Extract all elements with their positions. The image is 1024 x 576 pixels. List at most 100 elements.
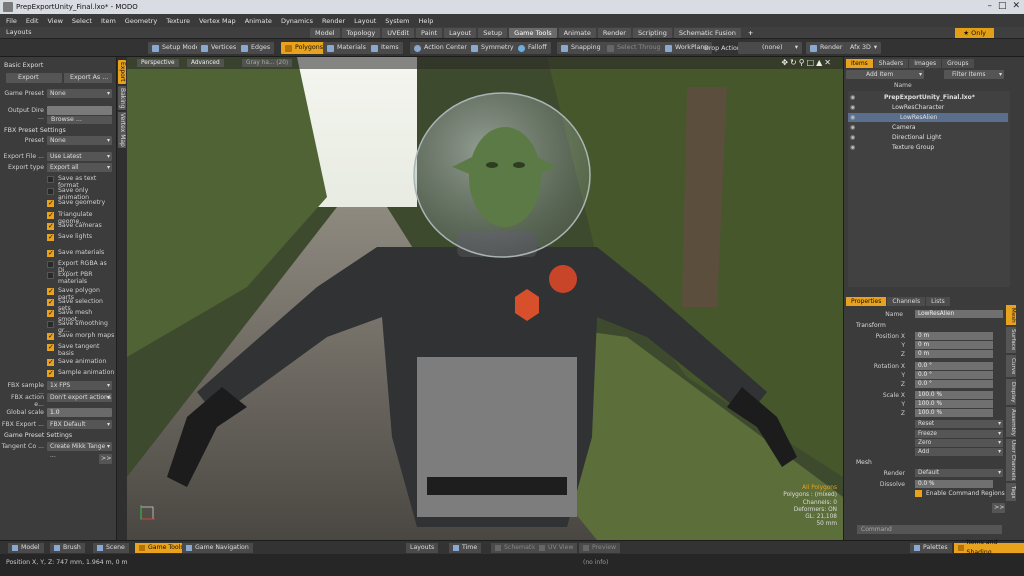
browse-button[interactable]: Browse ...: [47, 116, 112, 124]
dissolve-field[interactable]: 0.0 %: [915, 480, 993, 488]
tab-mesh[interactable]: Mesh: [1006, 305, 1016, 325]
tab-export[interactable]: Export: [118, 60, 126, 84]
snapping-button[interactable]: Snapping: [557, 42, 605, 54]
game-preset-select[interactable]: None: [47, 89, 112, 98]
menu-view[interactable]: View: [47, 17, 62, 25]
more-options-button[interactable]: >>: [99, 454, 112, 464]
menu-vertex-map[interactable]: Vertex Map: [199, 17, 236, 25]
rotation-y-field[interactable]: 0.0 °: [915, 371, 993, 379]
menu-dynamics[interactable]: Dynamics: [281, 17, 313, 25]
layouts-button[interactable]: Layouts: [406, 543, 439, 553]
tree-item[interactable]: ◉ Directional Light: [848, 133, 1008, 142]
symmetry-button[interactable]: Symmetry: [467, 42, 518, 54]
tab-channels[interactable]: Channels: [887, 297, 926, 306]
falloff-button[interactable]: Falloff: [514, 42, 551, 54]
visibility-eye-icon[interactable]: ◉: [850, 103, 855, 112]
export-button[interactable]: Export: [6, 73, 62, 83]
scale-y-field[interactable]: 100.0 %: [915, 400, 993, 408]
option-checkbox[interactable]: [47, 188, 54, 195]
tab-game-tools[interactable]: Game Tools: [509, 28, 557, 38]
output-dir-field[interactable]: [47, 106, 112, 115]
name-field[interactable]: LowResAlien: [915, 310, 1003, 318]
tangent-select[interactable]: Create Mikk Tange ...: [47, 442, 112, 459]
option-checkbox[interactable]: [47, 332, 54, 340]
game-navigation-button[interactable]: Game Navigation: [182, 543, 253, 553]
position-x-field[interactable]: 0 m: [915, 332, 993, 340]
tab-render[interactable]: Render: [597, 28, 631, 38]
option-checkbox[interactable]: [47, 222, 54, 230]
tab-images[interactable]: Images: [909, 59, 942, 68]
preset-select[interactable]: None: [47, 136, 112, 145]
tree-item[interactable]: ◉ Camera: [848, 123, 1008, 132]
tab-setup[interactable]: Setup: [478, 28, 508, 38]
global-scale-field[interactable]: 1.0: [47, 408, 112, 417]
tab-layout[interactable]: Layout: [444, 28, 477, 38]
command-input[interactable]: Command: [857, 525, 1002, 534]
tab-vertex-map[interactable]: Vertex Map: [118, 112, 126, 148]
option-checkbox[interactable]: [47, 369, 54, 377]
scene-button[interactable]: Scene: [93, 543, 129, 553]
menu-geometry[interactable]: Geometry: [125, 17, 157, 25]
afx-3d-button[interactable]: Afx 3D ▾: [846, 42, 882, 54]
option-checkbox[interactable]: [47, 298, 54, 306]
option-checkbox[interactable]: [47, 176, 54, 183]
position-z-field[interactable]: 0 m: [915, 350, 993, 358]
tab-scripting[interactable]: Scripting: [632, 28, 672, 38]
menu-edit[interactable]: Edit: [26, 17, 39, 25]
menu-file[interactable]: File: [6, 17, 17, 25]
tab-animate[interactable]: Animate: [558, 28, 596, 38]
viewport-tab-perspective[interactable]: Perspective: [137, 59, 179, 67]
fbx-action-select[interactable]: Don't export actions: [47, 393, 112, 402]
option-checkbox[interactable]: [47, 309, 54, 317]
preview-button[interactable]: Preview: [579, 543, 621, 553]
items-and-shading-button[interactable]: Items and Shading: [954, 539, 1024, 556]
rotation-z-field[interactable]: 0.0 °: [915, 380, 993, 388]
schematic-button[interactable]: Schematic: [491, 543, 541, 553]
vertices-button[interactable]: Vertices: [197, 42, 241, 54]
rotation-x-field[interactable]: 0.0 °: [915, 362, 993, 370]
tab-tags[interactable]: Tags: [1006, 483, 1016, 501]
time-button[interactable]: Time: [449, 543, 482, 553]
scale-z-field[interactable]: 100.0 %: [915, 409, 993, 417]
menu-help[interactable]: Help: [419, 17, 434, 25]
game-tools-button[interactable]: Game Tools: [135, 543, 188, 553]
tab-user-channels[interactable]: User Channels: [1006, 439, 1016, 481]
freeze-select[interactable]: Freeze: [915, 430, 1003, 438]
option-checkbox[interactable]: [47, 321, 54, 328]
tab-topology[interactable]: Topology: [341, 28, 381, 38]
minimize-icon[interactable]: –: [987, 1, 992, 11]
add-select[interactable]: Add: [915, 448, 1003, 456]
tab-curve[interactable]: Curve: [1006, 355, 1016, 377]
tab-baking[interactable]: Baking: [118, 86, 126, 110]
render-select[interactable]: Default: [915, 469, 1003, 477]
drop-action-select[interactable]: (none) ▾: [738, 42, 802, 54]
visibility-eye-icon[interactable]: ◉: [850, 113, 855, 122]
tree-item[interactable]: ◉ PrepExportUnity_Final.lxo*: [848, 93, 1008, 102]
tab-uvedit[interactable]: UVEdit: [382, 28, 415, 38]
tab-items[interactable]: Items: [846, 59, 873, 68]
materials-button[interactable]: Materials: [323, 42, 370, 54]
uv-view-button[interactable]: UV View: [535, 543, 578, 553]
tab-groups[interactable]: Groups: [942, 59, 974, 68]
tab-schematic-fusion[interactable]: Schematic Fusion: [673, 28, 741, 38]
visibility-eye-icon[interactable]: ◉: [850, 123, 855, 132]
only-button[interactable]: ★ Only: [955, 28, 994, 38]
model-button[interactable]: Model: [8, 543, 44, 553]
export-as-button[interactable]: Export As ...: [64, 73, 112, 83]
add-item-button[interactable]: Add Item: [846, 70, 924, 79]
tab-paint[interactable]: Paint: [416, 28, 443, 38]
option-checkbox[interactable]: [47, 272, 54, 279]
filter-items-button[interactable]: Filter Items: [944, 70, 1004, 79]
brush-button[interactable]: Brush: [50, 543, 85, 553]
fbx-export-select[interactable]: FBX Default: [47, 420, 112, 429]
menu-layout[interactable]: Layout: [354, 17, 376, 25]
setup-mode-button[interactable]: Setup Mode: [148, 42, 204, 54]
tab-surface[interactable]: Surface: [1006, 327, 1016, 353]
option-checkbox[interactable]: [47, 343, 54, 351]
properties-more-button[interactable]: >>: [992, 503, 1005, 513]
polygons-button[interactable]: Polygons: [281, 42, 328, 54]
menu-render[interactable]: Render: [322, 17, 345, 25]
menu-select[interactable]: Select: [72, 17, 92, 25]
viewport-nav-icons[interactable]: ✥↻⚲□▲✕: [781, 58, 833, 67]
option-checkbox[interactable]: [47, 358, 54, 366]
